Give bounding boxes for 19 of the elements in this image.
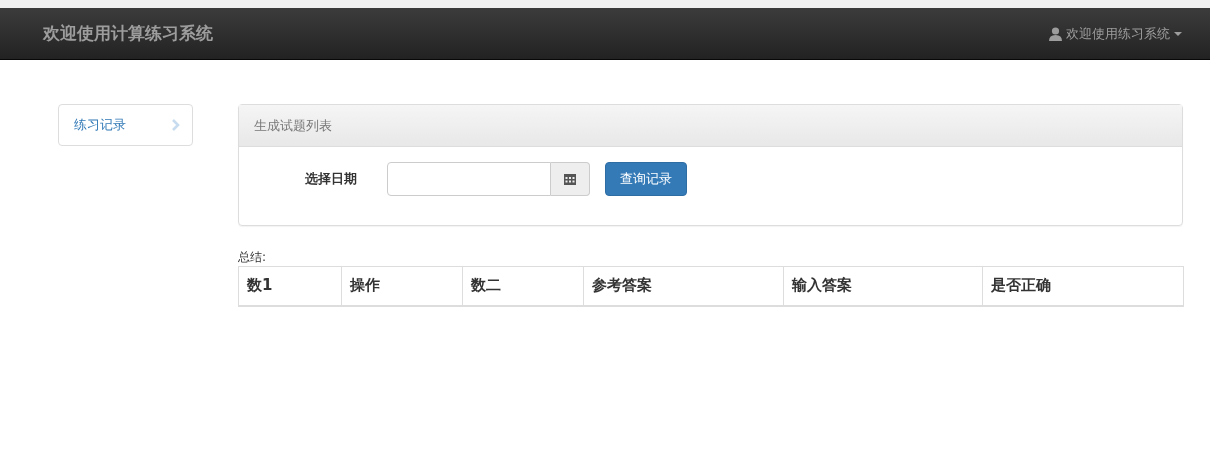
chevron-icon [172, 119, 180, 131]
column-header: 数二 [462, 266, 584, 306]
user-icon [1049, 26, 1062, 41]
caret-icon [1174, 31, 1182, 36]
column-header: 输入答案 [783, 266, 983, 306]
summary-label: 总结: [238, 249, 268, 266]
column-header: 参考答案 [583, 266, 784, 306]
user-menu[interactable]: 欢迎使用练习系统 [1049, 24, 1182, 43]
panel-title: 生成试题列表 [254, 116, 332, 135]
date-label: 选择日期 [304, 170, 358, 188]
column-header: 操作 [341, 266, 463, 306]
brand-title[interactable]: 欢迎使用计算练习系统 [43, 22, 213, 45]
calendar-button[interactable] [551, 162, 590, 196]
query-button[interactable]: 查询记录 [605, 162, 687, 196]
column-header: 是否正确 [982, 266, 1184, 306]
sidebar-item[interactable]: 练习记录 [58, 104, 193, 146]
date-field[interactable] [387, 162, 551, 196]
column-header: 数1 [238, 266, 342, 306]
calendar-icon [564, 173, 576, 185]
